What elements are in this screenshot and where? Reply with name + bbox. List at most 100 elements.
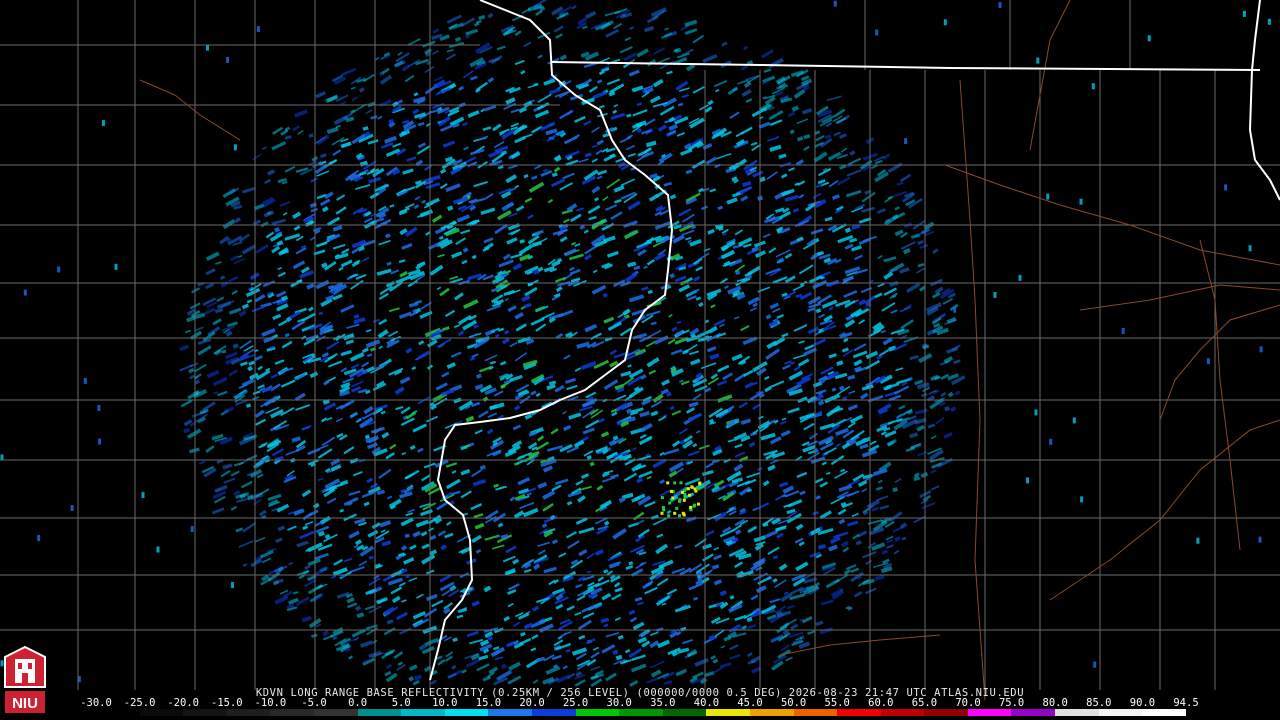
echo-speck — [681, 511, 685, 515]
echo-speck — [1196, 537, 1200, 544]
color-bar-segment — [1098, 709, 1143, 716]
scale-tick-label: 80.0 — [1042, 697, 1068, 709]
color-bar-segment — [270, 709, 314, 716]
color-bar-segment — [662, 709, 707, 716]
echo-speck — [875, 29, 879, 36]
scale-tick-label: 50.0 — [780, 697, 807, 709]
echo-speck — [37, 535, 41, 541]
echo-speck — [114, 263, 118, 270]
echo-speck — [662, 508, 666, 512]
echo-speck — [943, 19, 947, 26]
echo-speck — [1259, 346, 1263, 353]
color-bar-segment — [749, 709, 794, 716]
color-bar-segment — [706, 709, 750, 716]
echo-speck — [1091, 83, 1095, 90]
echo-speck — [226, 56, 230, 63]
scale-tick-label: -15.0 — [210, 697, 243, 709]
echo-speck — [681, 490, 684, 494]
echo-speck — [698, 481, 702, 485]
scale-tick-label: -25.0 — [123, 697, 156, 709]
echo-speck — [156, 546, 160, 553]
echo-speck — [833, 0, 837, 7]
echo-speck — [697, 502, 700, 506]
scale-tick-label: 85.0 — [1086, 697, 1112, 709]
echo-speck — [1049, 438, 1053, 445]
reflectivity-color-bar — [96, 709, 1186, 716]
echo-speck — [678, 514, 681, 518]
scale-tick-label: 0.0 — [348, 697, 368, 709]
scale-tick-label: 90.0 — [1129, 697, 1156, 709]
scale-tick-label: 5.0 — [391, 697, 411, 709]
echo-speck — [1018, 274, 1022, 281]
scale-tick-label: 40.0 — [693, 697, 720, 709]
echo-speck — [83, 377, 87, 384]
echo-speck — [1206, 358, 1210, 365]
echo-speck — [666, 481, 670, 485]
echo-speck — [679, 481, 683, 485]
echo-speck — [256, 26, 260, 33]
echo-speck — [683, 495, 687, 499]
echo-speck — [70, 505, 74, 511]
color-bar-segment — [880, 709, 925, 716]
echo-speck — [57, 266, 61, 273]
echo-speck — [675, 506, 679, 510]
echo-speck — [686, 487, 690, 491]
echo-speck — [1072, 417, 1076, 424]
scale-tick-label: 15.0 — [475, 697, 502, 709]
echo-speck — [690, 485, 694, 489]
scale-tick-label: 65.0 — [911, 697, 938, 709]
scale-tick-label: 94.5 — [1173, 697, 1199, 709]
color-bar-segment — [444, 709, 489, 716]
echo-speck — [1080, 496, 1084, 503]
color-bar-segment — [793, 709, 838, 716]
echo-speck — [904, 138, 908, 145]
echo-speck — [678, 498, 682, 502]
echo-speck — [688, 493, 691, 497]
scale-tick-label: -5.0 — [301, 697, 327, 709]
echo-speck — [1121, 328, 1125, 334]
color-bar-segment — [96, 709, 140, 716]
echo-speck — [1046, 193, 1050, 200]
echo-speck — [190, 526, 194, 532]
echo-speck — [671, 496, 675, 500]
echo-speck — [669, 489, 673, 493]
echo-speck — [694, 489, 698, 493]
scale-tick-label: 30.0 — [606, 697, 632, 709]
echo-speck — [696, 485, 700, 489]
echo-speck — [673, 511, 677, 515]
scale-tick-label: 55.0 — [824, 697, 850, 709]
color-bar-segment — [488, 709, 532, 716]
scale-tick-label: -30.0 — [80, 697, 112, 709]
echo-speck — [667, 514, 671, 518]
niu-logo: NIU — [4, 645, 46, 713]
echo-speck — [231, 582, 235, 589]
color-bar-segment — [837, 709, 881, 716]
scale-tick-label: 25.0 — [562, 697, 589, 709]
echo-speck — [660, 511, 664, 515]
echo-speck — [1243, 10, 1246, 17]
scale-tick-label: -20.0 — [167, 697, 199, 709]
color-bar-segment — [401, 709, 445, 716]
scale-tick-label: 10.0 — [432, 697, 458, 709]
color-bar-segment — [183, 709, 227, 716]
echo-speck — [689, 505, 693, 509]
color-bar-segment — [1011, 709, 1056, 716]
color-bar-segment — [924, 709, 968, 716]
echo-speck — [953, 306, 957, 313]
echo-speck — [692, 504, 696, 508]
echo-speck — [101, 120, 105, 127]
color-bar-segment — [967, 709, 1012, 716]
color-bar-segment — [1142, 709, 1186, 716]
color-bar-segment — [1055, 709, 1099, 716]
echo-speck — [233, 144, 237, 151]
echo-speck — [23, 289, 27, 296]
radar-map — [0, 0, 1280, 720]
echo-speck — [1147, 35, 1151, 42]
scale-tick-label: 20.0 — [519, 697, 545, 709]
color-bar-segment — [575, 709, 620, 716]
color-bar-segment — [139, 709, 184, 716]
echo-speck — [1079, 198, 1083, 205]
echo-speck — [1224, 184, 1228, 191]
echo-speck — [998, 2, 1002, 8]
echo-speck — [673, 481, 677, 485]
